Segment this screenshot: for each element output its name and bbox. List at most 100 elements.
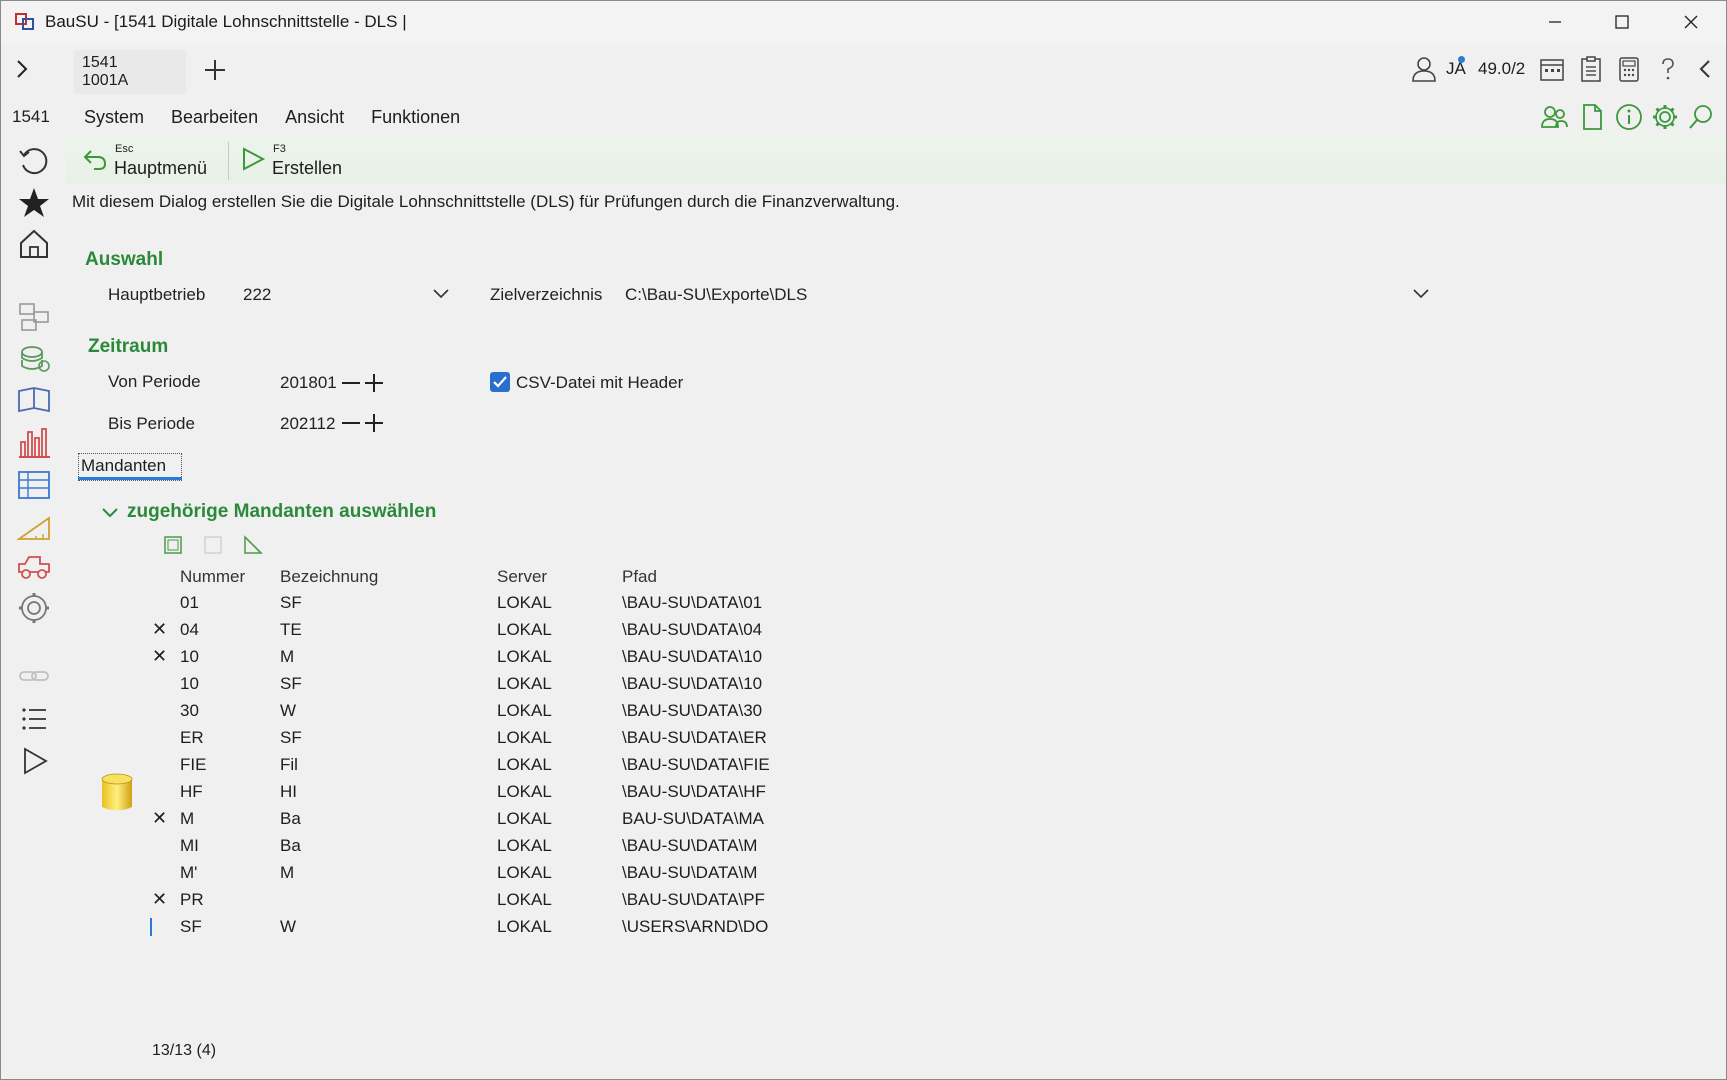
document-button[interactable] <box>1577 102 1607 132</box>
cell-server: LOKAL <box>497 890 552 909</box>
invert-selection-button[interactable] <box>242 534 264 556</box>
user-button[interactable] <box>1410 54 1438 84</box>
cell-bezeichnung: Fil <box>280 755 298 774</box>
menu-ansicht[interactable]: Ansicht <box>285 105 357 130</box>
invert-selection-icon <box>244 535 263 554</box>
table-row[interactable]: FIE Fil LOKAL \BAU-SU\DATA\FIE <box>140 752 780 778</box>
sidebar-history[interactable] <box>16 143 52 179</box>
bis-periode-input[interactable]: 202112 <box>280 414 335 434</box>
cell-bezeichnung: M <box>280 647 295 666</box>
table-row[interactable]: 01 SF LOKAL \BAU-SU\DATA\01 <box>140 590 780 616</box>
users-button[interactable] <box>1540 102 1570 132</box>
sidebar-modules[interactable] <box>16 298 52 334</box>
sidebar-settings[interactable] <box>16 590 52 626</box>
document-tab[interactable]: 1541 1001A <box>74 50 186 94</box>
menu-system[interactable]: System <box>84 105 157 130</box>
cell-bezeichnung: Ba <box>280 809 301 828</box>
close-window-button[interactable] <box>1659 0 1723 44</box>
hauptbetrieb-value: 222 <box>243 285 272 304</box>
cell-bezeichnung: W <box>280 701 297 720</box>
zielverzeichnis-value: C:\Bau-SU\Exporte\DLS <box>625 285 808 304</box>
table-row[interactable]: ER SF LOKAL \BAU-SU\DATA\ER <box>140 725 780 751</box>
zielverzeichnis-select[interactable]: C:\Bau-SU\Exporte\DLS <box>622 278 1434 310</box>
minimize-button[interactable] <box>1523 0 1587 44</box>
column-header-server[interactable]: Server <box>497 567 547 587</box>
group-collapse-toggle[interactable] <box>100 503 120 523</box>
expand-sidebar-button[interactable] <box>12 56 34 82</box>
row-selection-mark[interactable]: ✕ <box>152 808 167 829</box>
section-auswahl-title: Auswahl <box>85 249 164 270</box>
table-row[interactable]: ✕ PR LOKAL \BAU-SU\DATA\PF <box>140 887 780 913</box>
select-all-button[interactable] <box>162 534 184 556</box>
cell-nummer: HF <box>180 782 203 801</box>
von-periode-decrement[interactable] <box>340 372 362 394</box>
table-row[interactable]: MI Ba LOKAL \BAU-SU\DATA\M <box>140 833 780 859</box>
settings-button[interactable] <box>1650 102 1680 132</box>
search-button[interactable] <box>1686 102 1716 132</box>
csv-header-label: CSV-Datei mit Header <box>516 373 684 392</box>
table-row[interactable]: SF W LOKAL \USERS\ARND\DO <box>140 914 780 940</box>
add-tab-button[interactable] <box>201 56 229 84</box>
menu-funktionen[interactable]: Funktionen <box>371 105 473 130</box>
sidebar-link[interactable] <box>16 658 52 694</box>
cell-server: LOKAL <box>497 620 552 639</box>
plus-icon <box>365 374 383 392</box>
cell-server: LOKAL <box>497 755 552 774</box>
row-selection-mark[interactable]: ✕ <box>152 889 167 910</box>
clipboard-button[interactable] <box>1576 54 1606 84</box>
sidebar-manual[interactable] <box>16 382 52 418</box>
info-button[interactable] <box>1614 102 1644 132</box>
von-periode-increment[interactable] <box>363 372 385 394</box>
table-row[interactable]: 30 W LOKAL \BAU-SU\DATA\30 <box>140 698 780 724</box>
cell-bezeichnung: W <box>280 917 297 936</box>
menu-bearbeiten[interactable]: Bearbeiten <box>171 105 271 130</box>
hauptbetrieb-select[interactable]: 222 <box>240 278 456 310</box>
von-periode-input[interactable]: 201801 <box>280 373 337 393</box>
row-selection-mark[interactable]: ✕ <box>152 646 167 667</box>
calendar-button[interactable] <box>1537 54 1567 84</box>
bar-chart-icon <box>19 428 50 458</box>
section-zeitraum-title: Zeitraum <box>88 336 169 357</box>
document-tab-number: 1541 <box>82 54 118 71</box>
sidebar-home[interactable] <box>16 226 52 262</box>
table-row[interactable]: 10 SF LOKAL \BAU-SU\DATA\10 <box>140 671 780 697</box>
table-row[interactable]: ✕ 04 TE LOKAL \BAU-SU\DATA\04 <box>140 617 780 643</box>
refresh-icon <box>19 148 48 175</box>
table-row[interactable]: ✕ M Ba LOKAL BAU-SU\DATA\MA <box>140 806 780 832</box>
record-count: 13/13 (4) <box>152 1042 217 1059</box>
collapse-panel-button[interactable] <box>1690 54 1720 84</box>
sidebar-statistics[interactable] <box>16 424 52 460</box>
help-button[interactable] <box>1653 54 1683 84</box>
csv-header-checkbox[interactable] <box>490 372 510 392</box>
money-icon <box>21 346 50 372</box>
version-label: 49.0/2 <box>1478 59 1526 78</box>
mandanten-table: 01 SF LOKAL \BAU-SU\DATA\01 ✕ 04 TE LOKA… <box>140 590 780 940</box>
cell-bezeichnung: SF <box>280 593 302 612</box>
row-selection-mark[interactable]: ✕ <box>152 619 167 640</box>
table-row[interactable]: M' M LOKAL \BAU-SU\DATA\M <box>140 860 780 886</box>
table-row[interactable]: ✕ 10 M LOKAL \BAU-SU\DATA\10 <box>140 644 780 670</box>
list-icon <box>22 708 46 730</box>
column-header-pfad[interactable]: Pfad <box>622 567 657 587</box>
sidebar-measure[interactable] <box>16 508 52 544</box>
bis-periode-decrement[interactable] <box>340 412 362 434</box>
column-header-nummer[interactable]: Nummer <box>180 567 245 587</box>
sidebar-finance[interactable] <box>16 340 52 376</box>
maximize-button[interactable] <box>1590 0 1654 44</box>
sidebar-run[interactable] <box>16 743 52 779</box>
table-row[interactable]: HF HI LOKAL \BAU-SU\DATA\HF <box>140 779 780 805</box>
main-menu-button[interactable]: Esc Hauptmenü <box>82 138 212 182</box>
window-title: BauSU - [1541 Digitale Lohnschnittstelle… <box>45 12 407 31</box>
bis-periode-increment[interactable] <box>363 412 385 434</box>
undo-icon <box>83 150 107 170</box>
deselect-all-button[interactable] <box>202 534 224 556</box>
sidebar-planning[interactable] <box>16 466 52 502</box>
create-button[interactable]: F3 Erstellen <box>240 138 350 182</box>
sidebar-vehicles[interactable] <box>16 548 52 584</box>
user-status-dot <box>1458 56 1465 63</box>
calculator-button[interactable] <box>1614 54 1644 84</box>
sidebar-favorites[interactable] <box>16 185 52 221</box>
cell-bezeichnung: TE <box>280 620 302 639</box>
column-header-bezeichnung[interactable]: Bezeichnung <box>280 567 378 587</box>
sidebar-list[interactable] <box>16 701 52 737</box>
